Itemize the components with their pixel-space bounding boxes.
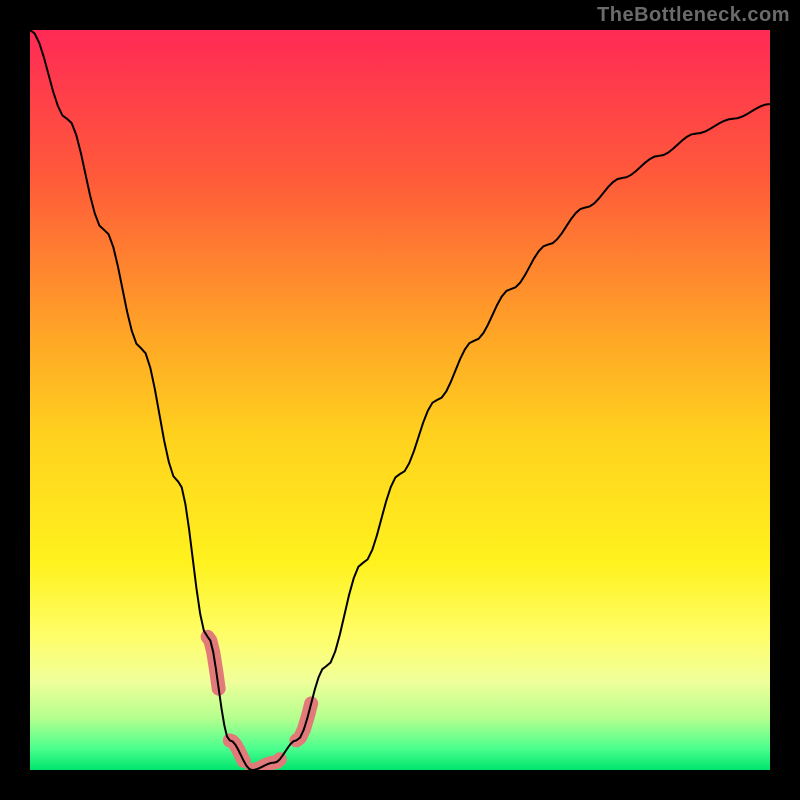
- watermark-label: TheBottleneck.com: [597, 4, 790, 27]
- background-gradient: [30, 30, 770, 770]
- plot-area: [30, 30, 770, 770]
- chart-stage: TheBottleneck.com: [0, 0, 800, 800]
